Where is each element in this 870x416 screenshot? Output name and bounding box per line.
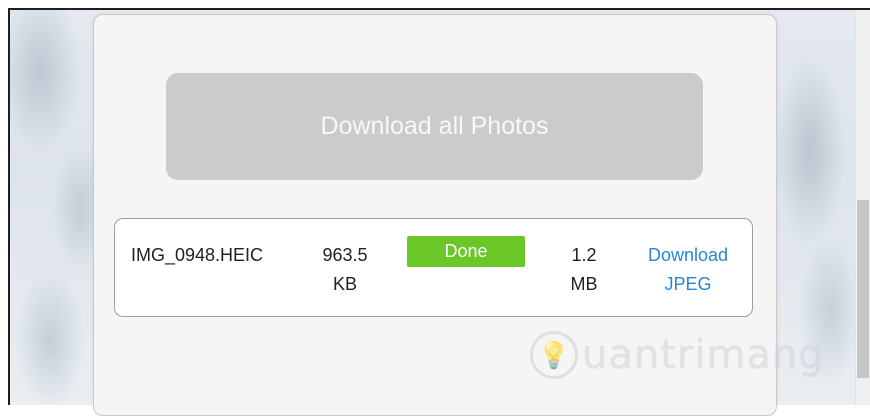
original-size-unit: KB (332, 274, 357, 294)
download-jpeg-link[interactable]: Download JPEG (633, 241, 743, 299)
converted-size-unit: MB (570, 274, 598, 294)
file-row: IMG_0948.HEIC 963.5 KB Done 1.2 MB Downl… (114, 218, 753, 317)
download-link-line1: Download (647, 245, 729, 265)
watermark-text: uantrimang (582, 332, 825, 378)
watermark: 💡 uantrimang (530, 325, 860, 385)
original-size: 963.5 KB (313, 241, 377, 299)
converted-size: 1.2 MB (560, 241, 608, 299)
download-link-line2: JPEG (664, 274, 712, 294)
file-name: IMG_0948.HEIC (131, 245, 264, 265)
original-size-value: 963.5 (322, 245, 368, 265)
converted-size-value: 1.2 (571, 245, 597, 265)
download-all-button[interactable]: Download all Photos (166, 73, 703, 180)
status-badge: Done (407, 236, 525, 267)
lightbulb-icon: 💡 (530, 331, 578, 379)
